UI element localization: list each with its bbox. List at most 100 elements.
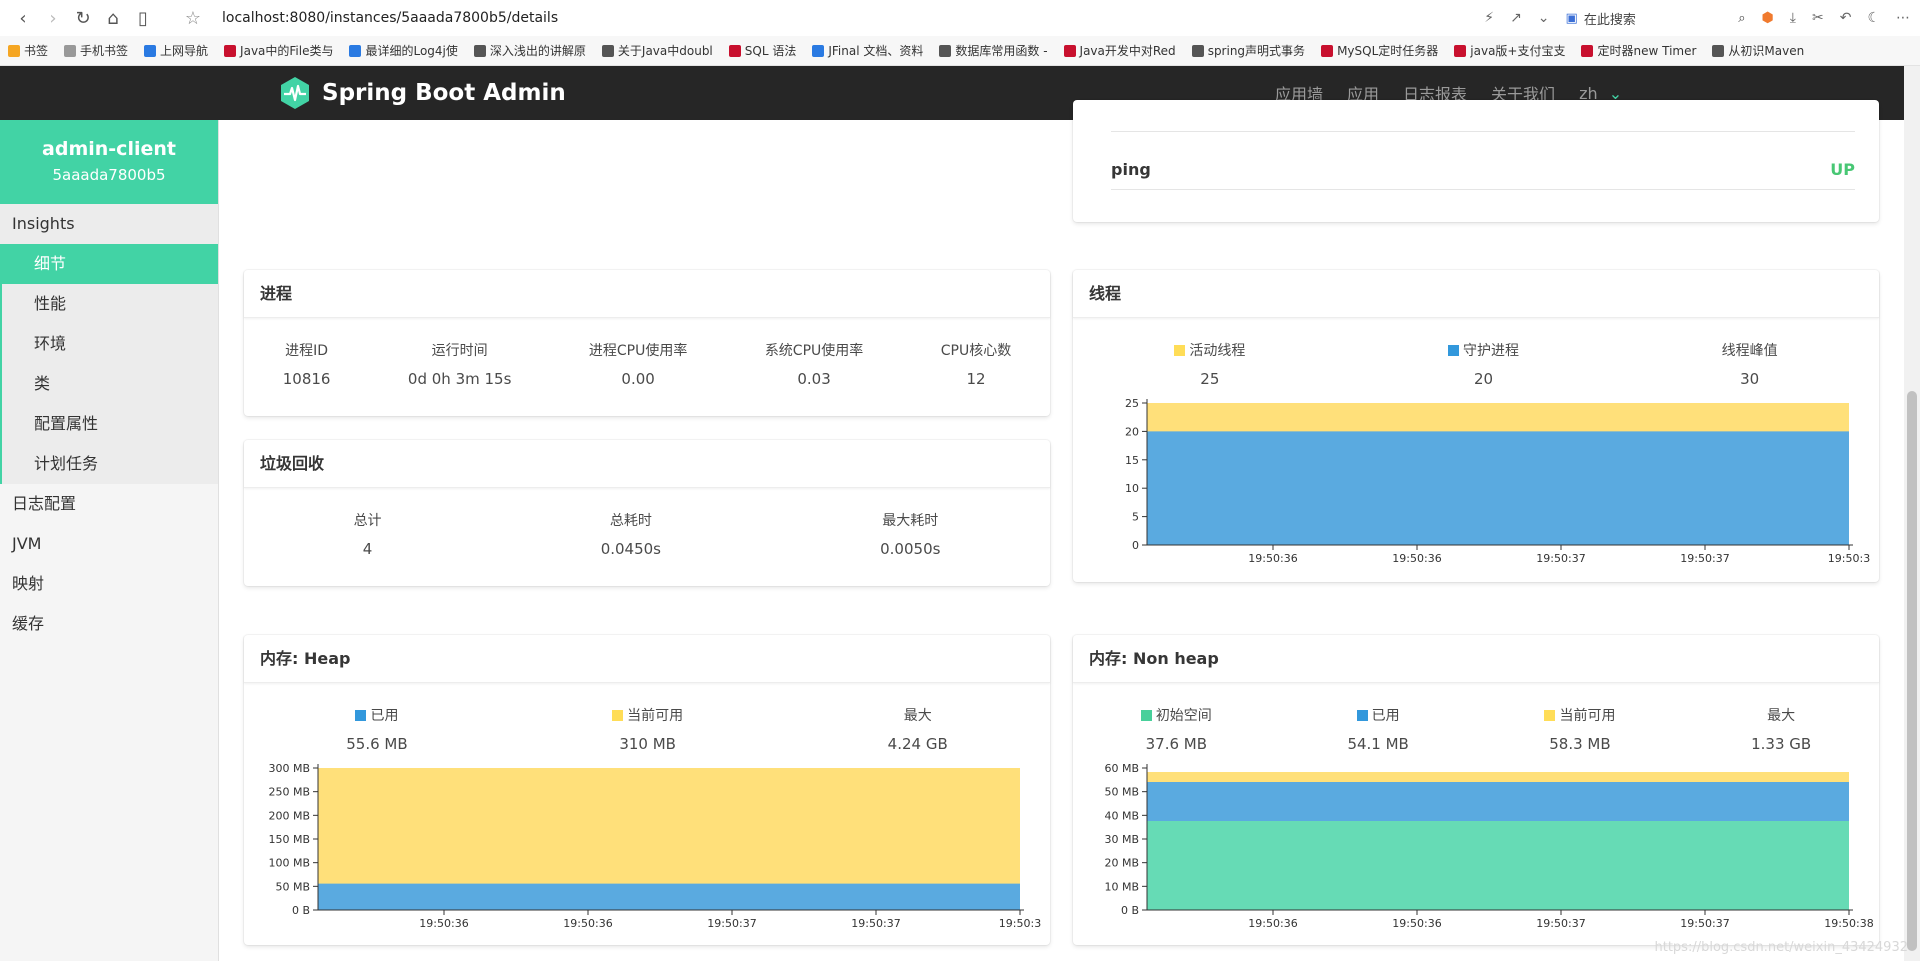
bookmark-item[interactable]: SQL 语法	[721, 42, 805, 59]
bookmark-item[interactable]: 最详细的Log4j使	[341, 42, 465, 59]
bookmark-item[interactable]: 定时器new Timer	[1573, 42, 1704, 59]
bookmark-label: 最详细的Log4j使	[365, 44, 458, 58]
scrollbar-thumb[interactable]	[1907, 391, 1917, 951]
bookmark-item[interactable]: Java中的File类与	[216, 42, 341, 59]
stat-label: 进程CPU使用率	[589, 340, 687, 360]
sidebar-item-metrics[interactable]: 性能	[0, 284, 218, 324]
stat-label-text: 最大耗时	[882, 513, 939, 529]
home-icon[interactable]: ⌂	[98, 8, 128, 29]
stat-label-text: 已用	[370, 708, 399, 724]
brand[interactable]: Spring Boot Admin	[278, 66, 566, 120]
bookmark-item[interactable]: 数据库常用函数 -	[931, 42, 1055, 59]
y-tick-label: 0 B	[292, 904, 310, 917]
scissors-icon[interactable]: ✂	[1812, 10, 1824, 26]
divider	[1111, 189, 1855, 190]
y-tick-label: 200 MB	[268, 809, 310, 822]
bookmark-item[interactable]: 书签	[0, 42, 56, 59]
bookmark-favicon-icon	[1191, 44, 1204, 57]
bookmark-item[interactable]: 上网导航	[136, 42, 216, 59]
flash-icon[interactable]: ⚡	[1484, 10, 1494, 26]
bookmark-item[interactable]: JFinal 文档、资料	[804, 42, 931, 59]
y-tick-label: 25	[1125, 397, 1139, 410]
stat-value: 10816	[282, 370, 331, 388]
bookmark-item[interactable]: spring声明式事务	[1184, 42, 1313, 59]
bookmark-item[interactable]: 关于Java中doubl	[594, 42, 721, 59]
heap-stats: 已用 55.6 MB 当前可用 310 MB 最大 4.24 GB	[244, 683, 1050, 753]
y-tick-label: 0 B	[1121, 904, 1139, 917]
sidebar-item-scheduledtasks[interactable]: 计划任务	[0, 444, 218, 484]
y-tick-label: 100 MB	[268, 857, 310, 870]
stat-item: 进程CPU使用率 0.00	[589, 340, 687, 388]
forward-icon[interactable]: ›	[38, 8, 68, 29]
y-tick-label: 10 MB	[1104, 880, 1139, 893]
search-icon[interactable]: ⌕	[1738, 11, 1745, 26]
legend-swatch	[1356, 710, 1368, 721]
sidebar-item-loggers[interactable]: 日志配置	[0, 484, 218, 524]
stat-label: 当前可用	[1544, 705, 1615, 725]
undo-icon[interactable]: ↶	[1840, 10, 1852, 26]
sidebar-item-environment[interactable]: 环境	[0, 324, 218, 364]
nonheap-chart: 0 B 10 MB 20 MB 30 MB 40 MB 50 MB 60 MB 19:50:3…	[1104, 762, 1873, 930]
sidebar-item-caches[interactable]: 缓存	[0, 604, 218, 644]
bookmark-favicon-icon	[1454, 44, 1467, 57]
sidebar-item-details[interactable]: 细节	[0, 244, 218, 284]
menu-icon[interactable]: ⋯	[1896, 10, 1910, 26]
sidebar: admin-client 5aaada7800b5 Insights 细节 性能…	[0, 120, 219, 961]
sidebar-item-mappings[interactable]: 映射	[0, 564, 218, 604]
bookmark-item[interactable]: 深入浅出的讲解原	[466, 42, 594, 59]
stat-value: 37.6 MB	[1145, 735, 1208, 753]
legend-swatch	[1447, 345, 1459, 356]
x-tick-label: 19:50:3	[999, 917, 1041, 930]
bookmark-label: MySQL定时任务器	[1337, 44, 1439, 58]
x-tick-label: 19:50:3	[1828, 552, 1870, 565]
bookmark-favicon-icon	[1063, 44, 1076, 57]
moon-icon[interactable]: ☾	[1867, 10, 1880, 26]
sidebar-item-beans[interactable]: 类	[0, 364, 218, 404]
reload-icon[interactable]: ↻	[68, 8, 98, 29]
stat-item: 守护进程 20	[1447, 340, 1519, 388]
address-bar[interactable]: localhost:8080/instances/5aaada7800b5/de…	[222, 10, 558, 26]
legend-swatch	[1140, 710, 1152, 721]
stat-label: 当前可用	[612, 705, 683, 725]
stat-label-text: 已用	[1371, 708, 1400, 724]
health-name: ping	[1111, 160, 1151, 179]
search-input[interactable]: 在此搜索	[1584, 9, 1636, 28]
bookmark-favicon-icon	[473, 44, 486, 57]
x-tick-label: 19:50:36	[1392, 917, 1441, 930]
status-badge: UP	[1830, 160, 1855, 179]
bookmark-item[interactable]: 从初识Maven	[1704, 42, 1812, 59]
chevron-down-icon[interactable]: ⌄	[1538, 10, 1550, 26]
stat-item: CPU核心数 12	[941, 340, 1011, 388]
back-icon[interactable]: ‹	[8, 8, 38, 29]
nonheap-card: 内存: Non heap 初始空间 37.6 MB 已用 54.1 MB 当前可用 58.…	[1073, 635, 1879, 945]
bookmark-item[interactable]: java版+支付宝支	[1446, 42, 1573, 59]
x-tick-label: 19:50:37	[1536, 552, 1585, 565]
stat-item: 最大 4.24 GB	[888, 705, 948, 753]
bookmark-label: 关于Java中doubl	[617, 44, 713, 58]
download-icon[interactable]: ⤓	[1790, 10, 1796, 26]
stat-item: 系统CPU使用率 0.03	[765, 340, 863, 388]
bookmark-item[interactable]: 手机书签	[56, 42, 136, 59]
series-area	[318, 883, 1020, 910]
scrollbar[interactable]	[1904, 66, 1920, 961]
threads-card: 线程 活动线程 25 守护进程 20 线程峰值 30 0 5 10 15 20 25 19:50:36…	[1073, 270, 1879, 582]
game-icon[interactable]: ⬢	[1762, 10, 1774, 26]
sidebar-item-insights[interactable]: Insights	[0, 204, 218, 244]
sidebar-item-jvm[interactable]: JVM	[0, 524, 218, 564]
reader-icon[interactable]: ▯	[128, 8, 158, 29]
bookmark-item[interactable]: MySQL定时任务器	[1313, 42, 1446, 59]
share-icon[interactable]: ↗	[1510, 10, 1522, 26]
process-stats: 进程ID 10816 运行时间 0d 0h 3m 15s 进程CPU使用率 0.00 系统C…	[244, 318, 1050, 388]
stat-label-text: 进程ID	[285, 343, 329, 359]
stat-value: 58.3 MB	[1549, 735, 1611, 753]
bookmark-favicon-icon	[601, 44, 614, 57]
x-tick-label: 19:50:38	[1824, 917, 1873, 930]
search-box[interactable]: ▣ 在此搜索 ⌕	[1566, 9, 1746, 28]
sidebar-item-configprops[interactable]: 配置属性	[0, 404, 218, 444]
card-title: 线程	[1073, 270, 1879, 318]
stat-value: 310 MB	[619, 735, 676, 753]
stat-label-text: 系统CPU使用率	[764, 343, 864, 359]
x-tick-label: 19:50:36	[1392, 552, 1441, 565]
star-icon[interactable]: ☆	[178, 8, 208, 29]
bookmark-item[interactable]: Java开发中对Red	[1056, 42, 1184, 59]
